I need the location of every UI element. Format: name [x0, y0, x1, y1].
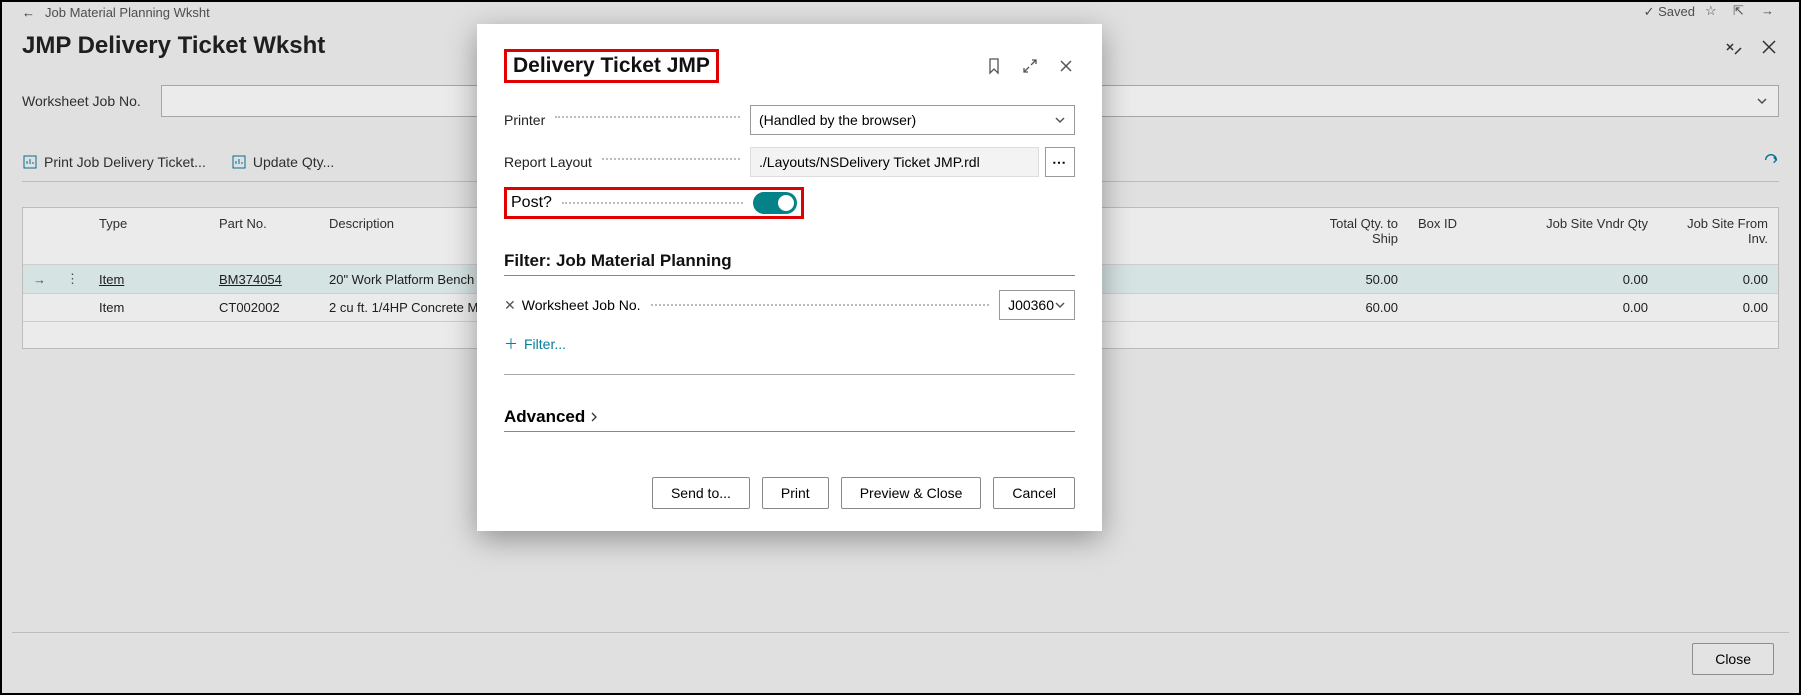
- report-layout-lookup-button[interactable]: ⋯: [1045, 147, 1075, 177]
- cell-total: 50.00: [1298, 265, 1408, 294]
- filter-value-select[interactable]: J00360: [999, 290, 1075, 320]
- remove-filter-icon[interactable]: ✕: [504, 297, 516, 314]
- plus-icon: ＋: [504, 334, 518, 354]
- filter-section-title: Filter: Job Material Planning: [504, 251, 1075, 276]
- breadcrumb: Job Material Planning Wksht: [45, 5, 210, 20]
- chevron-down-icon: [1054, 114, 1066, 126]
- report-icon: [22, 154, 38, 170]
- worksheet-job-no-label: Worksheet Job No.: [22, 93, 141, 109]
- pin-icon[interactable]: ☆: [1705, 3, 1723, 21]
- printer-label: Printer: [504, 112, 545, 128]
- send-to-button[interactable]: Send to...: [652, 477, 750, 509]
- dialog-title: Delivery Ticket JMP: [513, 54, 710, 77]
- cell-inv: 0.00: [1658, 265, 1778, 294]
- cell-box: [1408, 265, 1528, 294]
- filter-field-label: Worksheet Job No.: [522, 297, 641, 313]
- add-filter-button[interactable]: ＋ Filter...: [504, 334, 1075, 354]
- cell-total: 60.00: [1298, 294, 1408, 322]
- share-icon[interactable]: [1763, 152, 1779, 171]
- cell-vndr: 0.00: [1528, 265, 1658, 294]
- post-toggle[interactable]: [753, 192, 797, 214]
- next-icon[interactable]: →: [1761, 3, 1779, 21]
- col-box[interactable]: Box ID: [1408, 208, 1528, 265]
- row-pointer-icon: →: [23, 265, 56, 294]
- saved-indicator: ✓ Saved: [1644, 4, 1695, 20]
- report-icon: [231, 154, 247, 170]
- update-qty-button[interactable]: Update Qty...: [231, 154, 334, 170]
- cell-type: Item: [89, 294, 209, 322]
- delivery-ticket-dialog: Delivery Ticket JMP Printer (Handled by …: [477, 24, 1102, 531]
- bookmark-icon[interactable]: [985, 57, 1003, 75]
- chevron-down-icon: [1054, 299, 1066, 311]
- cell-part[interactable]: BM374054: [219, 272, 282, 287]
- cell-type[interactable]: Item: [99, 272, 124, 287]
- col-frominv[interactable]: Job Site From Inv.: [1658, 208, 1778, 265]
- print-button[interactable]: Print: [762, 477, 829, 509]
- col-part[interactable]: Part No.: [209, 208, 319, 265]
- advanced-section-toggle[interactable]: Advanced: [504, 407, 1075, 432]
- popout-icon[interactable]: ⇱: [1733, 3, 1751, 21]
- report-layout-field: ./Layouts/NSDelivery Ticket JMP.rdl: [750, 147, 1039, 177]
- close-page-icon[interactable]: [1759, 37, 1779, 62]
- chevron-right-icon: [589, 412, 599, 422]
- minimize-icon[interactable]: [1724, 37, 1744, 62]
- preview-close-button[interactable]: Preview & Close: [841, 477, 982, 509]
- post-label: Post?: [511, 194, 552, 212]
- close-button[interactable]: Close: [1692, 643, 1774, 675]
- back-icon[interactable]: ←: [22, 5, 35, 20]
- print-delivery-ticket-button[interactable]: Print Job Delivery Ticket...: [22, 154, 206, 170]
- col-vndr[interactable]: Job Site Vndr Qty: [1528, 208, 1658, 265]
- report-layout-label: Report Layout: [504, 154, 592, 170]
- cell-box: [1408, 294, 1528, 322]
- cell-inv: 0.00: [1658, 294, 1778, 322]
- cell-part[interactable]: CT002002: [209, 294, 319, 322]
- cell-vndr: 0.00: [1528, 294, 1658, 322]
- page-title: JMP Delivery Ticket Wksht: [22, 32, 325, 60]
- expand-icon[interactable]: [1021, 57, 1039, 75]
- col-total-qty[interactable]: Total Qty. to Ship: [1298, 208, 1408, 265]
- row-menu-icon[interactable]: ⋮: [56, 265, 89, 294]
- cancel-button[interactable]: Cancel: [993, 477, 1075, 509]
- chevron-down-icon: [1756, 95, 1768, 107]
- printer-select[interactable]: (Handled by the browser): [750, 105, 1075, 135]
- col-type[interactable]: Type: [89, 208, 209, 265]
- close-icon[interactable]: [1057, 57, 1075, 75]
